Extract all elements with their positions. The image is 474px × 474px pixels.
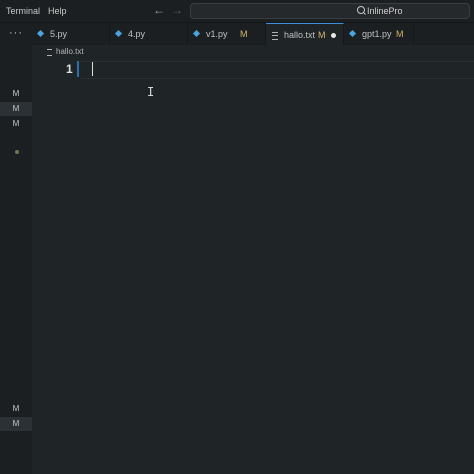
line-number: 1 [66,62,73,76]
scm-modified-mark: M [12,404,20,413]
tab-label: 5.py [50,29,68,39]
status-dot-icon [15,150,19,154]
tab-label: gpt1.py [362,29,392,39]
tab-v1-py[interactable]: v1.py M [188,23,266,45]
more-icon[interactable]: ··· [9,27,23,39]
tab-modified-badge: M [318,30,326,40]
tab-5-py[interactable]: 5.py [32,23,110,45]
tab-hallo-txt[interactable]: hallo.txt M [266,23,344,45]
editor-area[interactable]: 1 I [32,58,474,474]
scm-modified-mark: M [0,417,32,431]
search-icon [357,6,365,14]
tab-label: v1.py [206,29,228,39]
unsaved-dot-icon[interactable] [331,33,336,38]
tab-modified-badge: M [240,29,248,39]
tab-label: 4.py [128,29,146,39]
python-file-icon [114,29,123,38]
back-arrow-icon[interactable]: ← [153,3,165,17]
command-center-search[interactable]: InlinePro [190,3,470,19]
search-text: InlinePro [367,6,403,16]
text-file-icon [47,49,52,56]
forward-arrow-icon[interactable]: → [171,3,183,17]
text-file-icon [272,32,278,40]
tab-bar: 5.py 4.py v1.py M hallo.txt M gpt1.py M [32,23,474,45]
scm-modified-mark: M [0,102,32,116]
python-file-icon [192,29,201,38]
breadcrumb-file[interactable]: hallo.txt [56,47,84,56]
scm-modified-mark: M [12,89,20,98]
title-bar: Terminal Help ← → InlinePro [0,0,474,23]
text-caret [92,62,93,76]
tab-gpt1-py[interactable]: gpt1.py M [344,23,414,45]
ibeam-cursor-icon: I [147,85,155,99]
current-line-highlight [80,61,474,79]
tab-modified-badge: M [396,29,404,39]
gutter-indicator [77,61,79,77]
menu-help[interactable]: Help [48,6,67,16]
tab-label: hallo.txt [284,30,316,40]
python-file-icon [348,29,357,38]
python-file-icon [36,29,45,38]
activity-bar: ··· M M M M M [0,23,32,474]
scm-modified-mark: M [12,119,20,128]
tab-4-py[interactable]: 4.py [110,23,188,45]
menu-terminal[interactable]: Terminal [6,6,40,16]
